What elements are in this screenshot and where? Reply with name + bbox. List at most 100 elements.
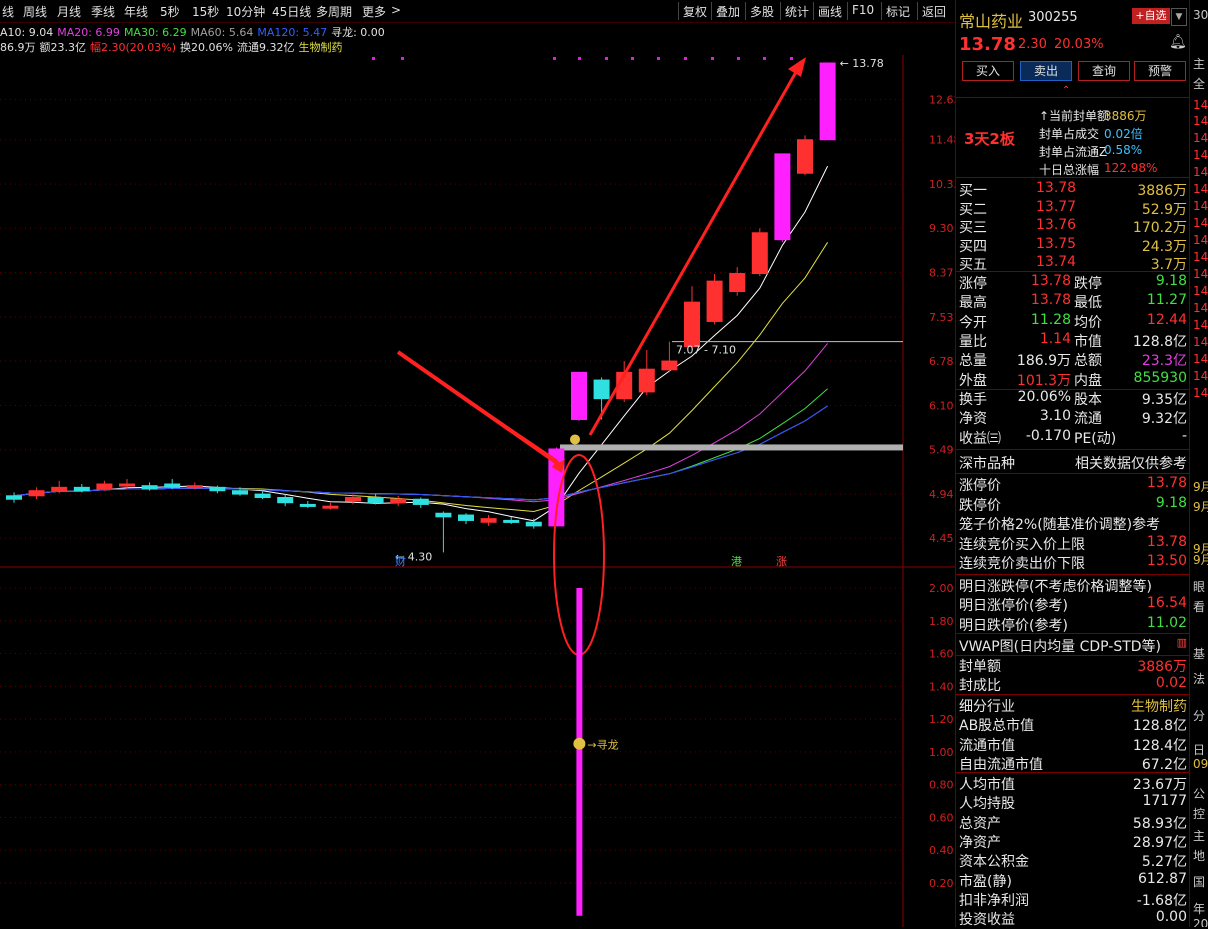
info-item: 额23.3亿 [39, 41, 87, 54]
info-row: 资本公积金 5.27亿 [959, 854, 1187, 871]
seal-value: 122.98% [1104, 161, 1158, 175]
chevron-down-icon[interactable]: ▼ [1171, 8, 1187, 26]
toolbar-divider [711, 2, 712, 20]
signal-dot [372, 57, 375, 60]
info-row: 流通市值 128.4亿 [959, 737, 1187, 754]
side-strip-item: 国 [1193, 875, 1206, 889]
info-item: 换20.06% [180, 41, 233, 54]
side-strip-item: 眼 [1193, 580, 1206, 594]
tool-button-2[interactable]: 多股 [750, 3, 774, 20]
candle-body [684, 301, 700, 347]
flag-icon [573, 737, 586, 750]
high-label: ← 13.78 [840, 57, 884, 70]
stat-row: 量比 1.14 市值 128.8亿 [959, 330, 1187, 350]
info-row: 笼子价格2%(随基准价调整)参考 [959, 517, 1161, 533]
candle-body [209, 486, 226, 492]
period-tab-4[interactable]: 年线 [124, 3, 148, 20]
trade-button-1[interactable]: 卖出 [1020, 61, 1072, 81]
tool-button-1[interactable]: 叠加 [716, 3, 740, 20]
period-tab-9[interactable]: 多周期 [316, 3, 352, 20]
period-tab-6[interactable]: 15秒 [192, 3, 219, 20]
period-tab-0[interactable]: 线 [2, 3, 14, 20]
candle-body [345, 497, 361, 502]
period-tab-2[interactable]: 月线 [57, 3, 81, 20]
period-tab-1[interactable]: 周线 [23, 3, 47, 20]
tool-button-4[interactable]: 画线 [818, 3, 842, 20]
toolbar-divider [745, 2, 746, 20]
side-strip-item: 9月 [1193, 500, 1208, 514]
side-strip-item: 公 [1193, 787, 1206, 801]
signal-dot [737, 57, 740, 60]
side-strip-item: 14 [1193, 301, 1208, 315]
more-chevron-icon[interactable]: > [391, 3, 401, 17]
arrow-annotation-shaft [588, 64, 802, 436]
price-change: 2.30 [1018, 37, 1047, 52]
signal-dot [711, 57, 714, 60]
stat-row: 今开 11.28 均价 12.44 [959, 311, 1187, 331]
side-strip-item: 14 [1193, 216, 1208, 230]
ma-legend-item: 寻龙: 0.00 [331, 26, 385, 39]
trade-button-3[interactable]: 预警 [1134, 61, 1186, 81]
side-strip-item: 9月 [1193, 553, 1208, 567]
side-strip-item: 14 [1193, 165, 1208, 179]
add-favorite-button[interactable]: +自选 [1132, 8, 1170, 24]
side-strip-item: 14 [1193, 148, 1208, 162]
last-price: 13.78 [959, 34, 1016, 55]
info-row: 净资产 28.97亿 [959, 834, 1187, 851]
toolbar-divider [881, 2, 882, 20]
indicator-tick-label: 0.80 [929, 779, 954, 792]
stat-row: 总量 186.9万 总额 23.3亿 [959, 353, 1187, 370]
info-row: 跌停价 9.18 [959, 494, 1187, 514]
info-row: 市盈(静) 612.87 [959, 870, 1187, 890]
price-band [560, 444, 903, 451]
period-tab-5[interactable]: 5秒 [160, 3, 180, 20]
toolbar-divider [847, 2, 848, 20]
side-strip-item: 14 [1193, 182, 1208, 196]
tool-button-3[interactable]: 统计 [785, 3, 809, 20]
kline-chart[interactable]: 12.63 11.48 10.33 9.30 8.37 7.53 6.78 6.10 5.49 4… [0, 55, 955, 927]
stat-row: 换手 20.06% 股本 9.35亿 [959, 389, 1187, 408]
period-tab-7[interactable]: 10分钟 [226, 3, 265, 20]
price-tick-label: 7.53 [929, 311, 954, 324]
seal-label: 十日总涨幅 [1039, 163, 1100, 177]
board-count: 3天2板 [964, 130, 1015, 148]
tool-button-0[interactable]: 复权 [683, 3, 707, 20]
flag-icon-small [570, 434, 580, 445]
side-strip-item: 14 [1193, 199, 1208, 213]
trade-button-2[interactable]: 查询 [1078, 61, 1130, 81]
signal-dot [401, 57, 404, 60]
candle-body [819, 62, 836, 141]
period-tab-8[interactable]: 45日线 [272, 3, 311, 20]
quote-info-line: 86.9万 额23.3亿 幅2.30(20.03%) 换20.06% 流通9.32亿 生物… [0, 39, 346, 55]
candle-body [458, 514, 474, 521]
ma-10-line [13, 242, 829, 513]
trade-button-0[interactable]: 买入 [962, 61, 1014, 81]
candle-body [277, 497, 294, 504]
period-tab-3[interactable]: 季线 [91, 3, 115, 20]
toolbar-divider [780, 2, 781, 20]
candle-body [797, 139, 813, 174]
side-strip-item: 14 [1193, 318, 1208, 332]
candle-body [299, 503, 316, 507]
chart-icon[interactable]: ▥ [1177, 636, 1187, 649]
candle-body [322, 505, 339, 509]
marker-label: 涨 [776, 555, 787, 568]
tool-button-5[interactable]: F10 [852, 3, 874, 17]
period-tab-10[interactable]: 更多 [362, 3, 386, 20]
tool-button-6[interactable]: 标记 [886, 3, 910, 20]
signal-dot [578, 57, 581, 60]
side-strip-item: 法 [1193, 672, 1206, 686]
indicator-tick-label: 1.20 [929, 713, 954, 726]
bell-icon[interactable]: 🔔︎ [1169, 34, 1187, 50]
ma-legend-item: MA60: 5.64 [190, 26, 254, 39]
signal-dot [657, 57, 660, 60]
vwap-row[interactable]: VWAP图(日内均量 CDP-STD等) ▥ [956, 636, 1190, 655]
side-strip-item: 14 [1193, 131, 1208, 145]
toolbar-divider [917, 2, 918, 20]
info-row: 细分行业 生物制药 [959, 699, 1187, 715]
price-tick-label: 4.45 [929, 532, 954, 545]
tool-button-7[interactable]: 返回 [922, 3, 946, 20]
side-strip-item: 14 [1193, 267, 1208, 281]
candle-body [593, 379, 610, 400]
collapse-icon[interactable]: ⌃ [1062, 85, 1070, 96]
